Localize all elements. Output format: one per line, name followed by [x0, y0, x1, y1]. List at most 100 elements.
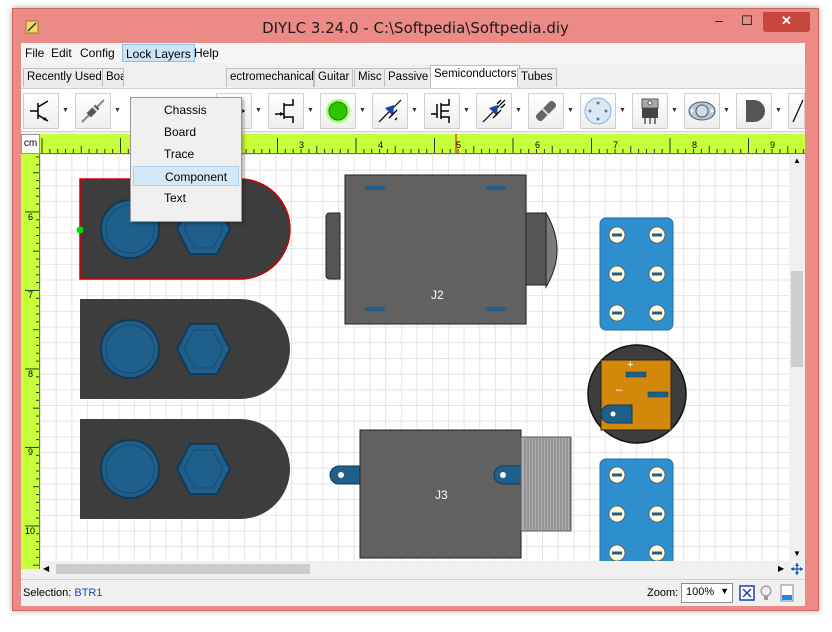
zener-diode-icon	[378, 99, 402, 123]
selection-label: Selection:	[23, 587, 72, 599]
maximize-button[interactable]: ☐	[734, 12, 760, 32]
bridge-rectifier-icon	[584, 97, 612, 125]
tool-more[interactable]	[788, 93, 805, 129]
tool-dropdown-arrow[interactable]: ▼	[114, 107, 122, 115]
tab-boards[interactable]: Boa	[102, 68, 124, 87]
menu-edit[interactable]: Edit	[48, 44, 75, 62]
dc-jack[interactable]	[80, 419, 290, 519]
app-window: DIYLC 3.24.0 - C:\Softpedia\Softpedia.di…	[12, 8, 819, 611]
tool-transistor[interactable]	[23, 93, 59, 129]
ruler-label: 7	[28, 290, 34, 300]
tab-semiconductors[interactable]: Semiconductors	[430, 65, 521, 88]
chevron-down-icon: ▼	[720, 586, 729, 596]
tool-to220[interactable]	[632, 93, 668, 129]
lock-layer-trace[interactable]: Trace	[133, 144, 239, 164]
tool-dropdown-arrow[interactable]: ▼	[411, 107, 419, 115]
minimize-button[interactable]: –	[706, 12, 732, 32]
diode-glass-icon	[535, 100, 557, 122]
lock-layer-board[interactable]: Board	[133, 122, 239, 142]
lock-layer-text[interactable]: Text	[133, 188, 239, 208]
scroll-right-arrow[interactable]: ▶	[778, 564, 784, 573]
tool-bridge-rectifier[interactable]	[580, 93, 616, 129]
lock-layer-chassis[interactable]: Chassis	[133, 100, 239, 120]
ruler-label: 9	[770, 140, 776, 150]
tool-dropdown-arrow[interactable]: ▼	[515, 107, 523, 115]
electrolytic-capacitor[interactable]	[587, 344, 687, 444]
menu-lock-layers[interactable]: Lock Layers	[122, 44, 195, 62]
scroll-thumb[interactable]	[56, 564, 310, 574]
ruler-label: 8	[692, 140, 698, 150]
ruler-label: 4	[378, 140, 384, 150]
tool-dropdown-arrow[interactable]: ▼	[671, 107, 679, 115]
ruler-label: 6	[535, 140, 541, 150]
tab-misc[interactable]: Misc	[354, 68, 386, 87]
ruler-label: 9	[28, 447, 34, 457]
component-tabs: Recently Used Boa ectromechanical Guitar…	[21, 65, 805, 88]
memory-indicator-icon	[780, 584, 794, 602]
to220-regulator-icon	[641, 98, 659, 124]
vertical-ruler: 6 7 8 9 10	[21, 154, 40, 569]
terminal-board-top[interactable]	[599, 217, 674, 331]
scroll-thumb[interactable]	[791, 271, 803, 367]
menu-help[interactable]: Help	[191, 44, 222, 62]
pan-corner-button[interactable]	[789, 561, 805, 577]
tab-recently-used[interactable]: Recently Used	[23, 68, 106, 87]
tool-jfet[interactable]	[268, 93, 304, 129]
menu-config[interactable]: Config	[77, 44, 118, 62]
tool-dropdown-arrow[interactable]: ▼	[619, 107, 627, 115]
scroll-left-arrow[interactable]: ◀	[43, 564, 49, 573]
tool-to3[interactable]	[684, 93, 720, 129]
component-label-j2: J2	[431, 288, 444, 302]
client-area: File Edit Config Lock Layers Help Recent…	[21, 43, 805, 606]
window-title: DIYLC 3.24.0 - C:\Softpedia\Softpedia.di…	[262, 19, 569, 37]
tab-tubes[interactable]: Tubes	[517, 68, 557, 87]
tool-dropdown-arrow[interactable]: ▼	[775, 107, 783, 115]
menu-bar: File Edit Config Lock Layers Help	[21, 43, 805, 63]
lock-layer-component[interactable]: Component	[133, 166, 239, 186]
zoom-value: 100%	[686, 586, 715, 598]
diode-icon	[81, 99, 105, 123]
ruler-label: 8	[28, 369, 34, 379]
tool-dropdown-arrow[interactable]: ▼	[723, 107, 731, 115]
scroll-up-arrow[interactable]: ▲	[793, 156, 801, 165]
tab-passive[interactable]: Passive	[384, 68, 433, 87]
tool-dropdown-arrow[interactable]: ▼	[255, 107, 263, 115]
ruler-label: 5	[456, 140, 462, 150]
tab-guitar[interactable]: Guitar	[314, 68, 354, 87]
dc-jack[interactable]	[80, 299, 290, 399]
fit-to-screen-icon[interactable]	[739, 585, 755, 601]
jack-j3[interactable]	[329, 429, 572, 559]
title-bar: DIYLC 3.24.0 - C:\Softpedia\Softpedia.di…	[13, 9, 818, 43]
horizontal-scrollbar[interactable]: ◀ ▶	[40, 561, 789, 577]
scroll-down-arrow[interactable]: ▼	[793, 549, 801, 558]
tool-dropdown-arrow[interactable]: ▼	[359, 107, 367, 115]
tool-photo-transistor[interactable]	[476, 93, 512, 129]
tool-zener-diode[interactable]	[372, 93, 408, 129]
tab-electromechanical[interactable]: ectromechanical	[226, 68, 314, 87]
tool-dropdown-arrow[interactable]: ▼	[62, 107, 70, 115]
status-bar: Selection: BTR1 Zoom: 100% ▼	[21, 579, 805, 606]
terminal-board-bottom[interactable]	[599, 458, 674, 561]
tool-dropdown-arrow[interactable]: ▼	[307, 107, 315, 115]
move-icon	[791, 563, 803, 575]
zoom-label: Zoom:	[647, 587, 679, 599]
vertical-scrollbar[interactable]: ▲ ▼	[789, 154, 805, 561]
tool-diode-glass[interactable]	[528, 93, 564, 129]
tool-led[interactable]	[320, 93, 356, 129]
tool-to92[interactable]	[736, 93, 772, 129]
zoom-select[interactable]: 100% ▼	[681, 583, 733, 603]
tool-dropdown-arrow[interactable]: ▼	[567, 107, 575, 115]
capacitor-minus-label: –	[616, 384, 623, 396]
selection-info: Selection: BTR1	[23, 587, 103, 599]
tool-diode[interactable]	[75, 93, 111, 129]
selection-value: BTR1	[74, 587, 103, 599]
lock-layers-menu: Chassis Board Trace Component Text	[130, 97, 242, 222]
ruler-label: 6	[28, 212, 34, 222]
tool-mosfet[interactable]	[424, 93, 460, 129]
photo-transistor-icon	[482, 99, 506, 123]
tool-dropdown-arrow[interactable]: ▼	[463, 107, 471, 115]
close-button[interactable]: ✕	[763, 12, 810, 32]
ruler-unit-toggle[interactable]: cm	[21, 134, 40, 154]
menu-file[interactable]: File	[22, 44, 47, 62]
lightbulb-icon[interactable]	[759, 584, 773, 602]
